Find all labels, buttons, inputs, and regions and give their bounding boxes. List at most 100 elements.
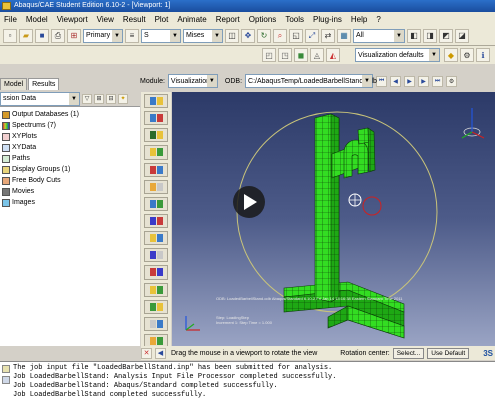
free-body-icon xyxy=(2,176,10,185)
menu-view[interactable]: View xyxy=(97,15,114,24)
render-style-icon[interactable]: ◰ xyxy=(262,48,276,62)
menu-report[interactable]: Report xyxy=(216,15,240,24)
use-default-button[interactable]: Use Default xyxy=(427,347,470,359)
tree-item-spectrums[interactable]: Spectrums (7) xyxy=(0,120,140,131)
chevron-down-icon: ▼ xyxy=(362,75,373,87)
save-icon[interactable]: ■ xyxy=(35,28,49,43)
menu-plot[interactable]: Plot xyxy=(155,15,169,24)
tree-item-images[interactable]: Images xyxy=(0,197,140,208)
visualization-defaults-combo[interactable]: Visualization defaults ▼ xyxy=(355,48,440,62)
menu-plugins[interactable]: Plug-ins xyxy=(313,15,342,24)
video-play-button-icon[interactable] xyxy=(233,186,265,218)
overlay-plot-icon[interactable] xyxy=(144,196,168,211)
tab-results[interactable]: Results xyxy=(28,78,60,90)
tab-model[interactable]: Model xyxy=(0,78,28,90)
menu-tools[interactable]: Tools xyxy=(285,15,304,24)
menu-model[interactable]: Model xyxy=(26,15,48,24)
fit-view-icon[interactable]: ⤢ xyxy=(305,28,319,43)
pan-icon[interactable]: ✥ xyxy=(241,28,255,43)
chevron-down-icon: ▼ xyxy=(212,29,222,42)
free-body-cut-icon[interactable] xyxy=(144,299,168,314)
allow-multiple-plots-icon[interactable] xyxy=(144,179,168,194)
color-options-icon[interactable]: ◆ xyxy=(444,48,458,62)
plot-undeformed-icon[interactable] xyxy=(144,94,168,109)
tree-item-free-body-cuts[interactable]: Free Body Cuts xyxy=(0,175,140,186)
chevron-down-icon: ▼ xyxy=(112,29,122,42)
new-file-icon[interactable]: ▫ xyxy=(3,28,17,43)
animate-icon[interactable] xyxy=(144,316,168,331)
tree-item-xyplots[interactable]: XYPlots xyxy=(0,131,140,142)
cancel-prompt-icon[interactable]: ✕ xyxy=(141,347,152,359)
lightbulb-icon[interactable]: ✦ xyxy=(118,93,128,104)
rotation-center-label: Rotation center: xyxy=(340,349,390,357)
animation-options-icon[interactable]: ⚙ xyxy=(446,75,458,87)
menu-file[interactable]: File xyxy=(4,15,17,24)
tree-item-paths[interactable]: Paths xyxy=(0,153,140,164)
replace-icon[interactable]: ◨ xyxy=(423,28,437,43)
select-button[interactable]: Select... xyxy=(392,347,425,359)
color-code-icon[interactable]: ◭ xyxy=(326,48,340,62)
app-icon xyxy=(2,2,11,10)
remove-icon[interactable]: ◩ xyxy=(439,28,453,43)
plot-contours-icon[interactable] xyxy=(144,128,168,143)
window-title: Abaqus/CAE Student Edition 6.10-2 - [Vie… xyxy=(14,2,171,9)
expand-icon[interactable]: ⊞ xyxy=(94,93,104,104)
display-group-icon[interactable]: ◧ xyxy=(407,28,421,43)
menu-options[interactable]: Options xyxy=(249,15,277,24)
plot-symbols-icon[interactable] xyxy=(144,145,168,160)
last-frame-icon[interactable]: ⏭ xyxy=(432,75,444,87)
step-combo[interactable]: Primary ▼ xyxy=(83,28,123,43)
odb-combo[interactable]: C:/AbaqusTemp/LoadedBarbellStand.odb ▼ xyxy=(245,74,377,88)
menu-help[interactable]: Help xyxy=(351,15,367,24)
info-icon[interactable]: ℹ xyxy=(476,48,490,62)
frame-combo[interactable]: S ▼ xyxy=(141,28,181,43)
tree-item-display-groups[interactable]: Display Groups (1) xyxy=(0,164,140,175)
magnify-icon[interactable]: ⌕ xyxy=(273,28,287,43)
field-combo[interactable]: Mises ▼ xyxy=(183,28,223,43)
intersect-icon[interactable]: ◪ xyxy=(455,28,469,43)
previous-frame-icon[interactable]: ◀ xyxy=(390,75,402,87)
viewport[interactable]: ODB: LoadedBarbellStand.odb Abaqus/Stand… xyxy=(172,92,495,346)
filter-icon[interactable]: ▽ xyxy=(82,93,92,104)
next-frame-icon[interactable]: ▶ xyxy=(418,75,430,87)
cycle-view-icon[interactable]: ⇄ xyxy=(321,28,335,43)
menu-result[interactable]: Result xyxy=(123,15,146,24)
collapse-icon[interactable]: ⊟ xyxy=(106,93,116,104)
tree-item-movies[interactable]: Movies xyxy=(0,186,140,197)
wireframe-icon[interactable]: ◳ xyxy=(278,48,292,62)
create-path-icon[interactable] xyxy=(144,265,168,280)
command-icon xyxy=(2,376,10,384)
module-combo[interactable]: Visualization ▼ xyxy=(167,74,218,88)
perspective-icon[interactable]: ◬ xyxy=(310,48,324,62)
plot-deformed-icon[interactable] xyxy=(144,111,168,126)
plot-material-orientations-icon[interactable] xyxy=(144,162,168,177)
settings-icon[interactable]: ⚙ xyxy=(460,48,474,62)
display-group-tool-icon[interactable] xyxy=(144,282,168,297)
first-frame-icon[interactable]: ⏮ xyxy=(376,75,388,87)
menu-whats-this[interactable]: ? xyxy=(376,15,380,24)
common-options-icon[interactable] xyxy=(144,213,168,229)
tree-item-output-databases[interactable]: Output Databases (1) xyxy=(0,109,140,120)
frame-icon[interactable]: ≡ xyxy=(125,28,139,43)
print-icon[interactable]: ⎙ xyxy=(51,28,65,43)
menu-animate[interactable]: Animate xyxy=(177,15,206,24)
render-combo[interactable]: All ▼ xyxy=(353,28,405,43)
views-icon[interactable]: ▦ xyxy=(337,28,351,43)
database-icon xyxy=(2,110,10,119)
message-area[interactable]: The job input file "LoadedBarbellStand.i… xyxy=(0,361,495,400)
open-folder-icon[interactable]: ▰ xyxy=(19,28,33,43)
viewport-increment-text: Increment 1: Step Time = 1.000 xyxy=(216,320,272,325)
step-icon[interactable]: ⊞ xyxy=(67,28,81,43)
message-line: Job LoadedBarbellStand: Analysis Input F… xyxy=(13,373,337,381)
session-data-combo[interactable]: ssion Data ▼ xyxy=(0,91,80,106)
zoom-box-icon[interactable]: ◱ xyxy=(289,28,303,43)
play-icon[interactable]: ▶ xyxy=(404,75,416,87)
rotate-icon[interactable]: ↻ xyxy=(257,28,271,43)
menu-viewport[interactable]: Viewport xyxy=(57,15,88,24)
back-prompt-icon[interactable]: ◀ xyxy=(155,347,166,359)
shaded-icon[interactable]: ◼ xyxy=(294,48,308,62)
query-icon[interactable]: ◫ xyxy=(225,28,239,43)
create-xy-data-icon[interactable] xyxy=(144,248,168,263)
tree-item-xydata[interactable]: XYData xyxy=(0,142,140,153)
superimpose-options-icon[interactable] xyxy=(144,231,168,246)
